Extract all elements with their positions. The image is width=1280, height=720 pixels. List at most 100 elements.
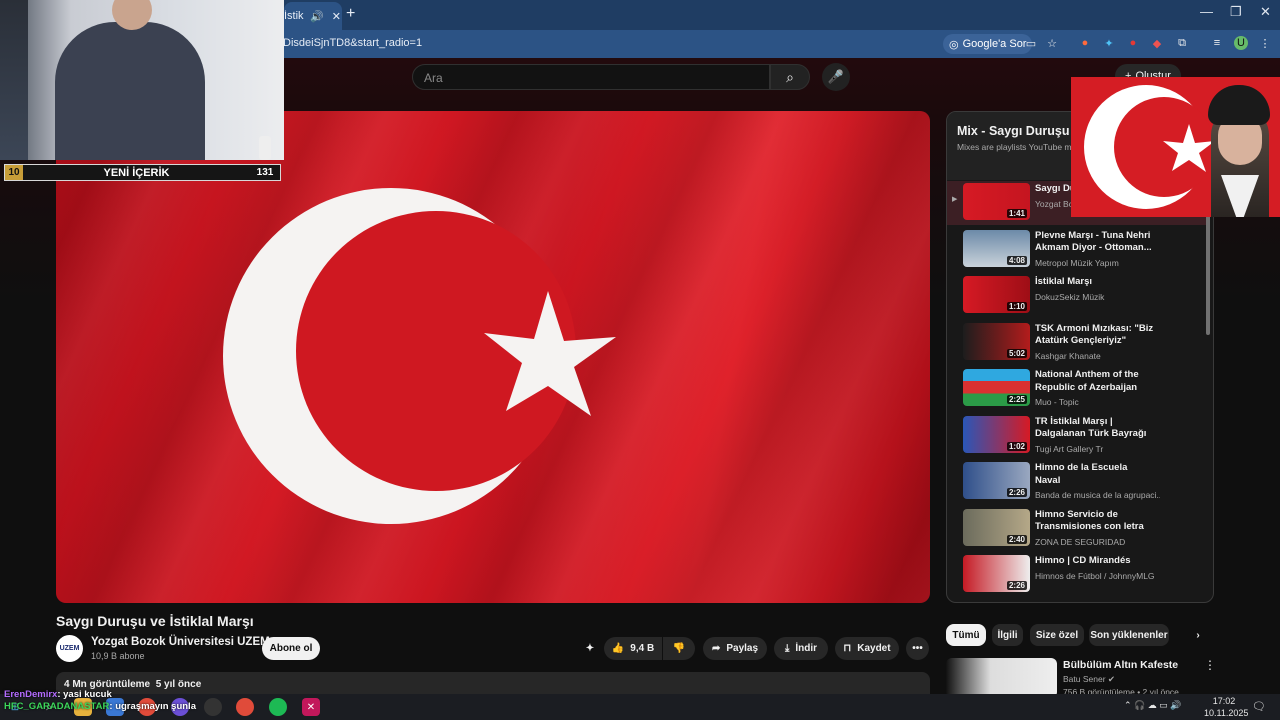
ataturk-portrait-overlay — [1071, 77, 1280, 217]
duration-badge: 2:26 — [1006, 488, 1027, 497]
menu-icon[interactable]: ⋮ — [1258, 36, 1272, 50]
duration-badge: 2:40 — [1006, 534, 1027, 544]
star-icon[interactable]: ☆ — [1045, 36, 1059, 50]
clock-date[interactable]: 10.11.2025 — [1204, 708, 1248, 718]
ask-icon[interactable]: ✦ — [580, 637, 600, 660]
download-icon: ⤓ — [784, 643, 790, 654]
playlist-thumbnail[interactable]: 5:02 — [963, 322, 1030, 360]
extension-2-icon[interactable]: ✦ — [1102, 36, 1116, 50]
chat-user: ErenDemirx — [4, 689, 58, 700]
like-button[interactable]: 👍 9,4 B — [604, 637, 662, 660]
channel-name[interactable]: Yozgat Bozok Üniversitesi UZEM — [91, 636, 270, 648]
chevron-right-icon[interactable]: › — [1188, 624, 1208, 646]
filter-chip[interactable]: İlgili — [992, 624, 1023, 646]
extensions-icon[interactable]: ⧉ — [1175, 36, 1189, 50]
playlist-thumbnail[interactable]: 1:02 — [963, 415, 1030, 453]
notification-icon[interactable]: 🗨 — [1252, 700, 1266, 713]
playlist-thumbnail[interactable] — [963, 601, 1030, 602]
playlist-subtitle: Mixes are playlists YouTube mal — [957, 142, 1079, 152]
playlist-item-title[interactable]: National Anthem of the Republic of Azerb… — [1035, 369, 1155, 394]
extension-1-icon[interactable]: ● — [1078, 36, 1092, 50]
save-label: Kaydet — [857, 643, 891, 654]
search-input[interactable]: Ara — [412, 64, 770, 90]
url-text[interactable]: DisdeiSjnTD8&start_radio=1 — [283, 37, 422, 49]
playlist-thumbnail[interactable]: 2:26 — [963, 555, 1030, 592]
playlist-item-title[interactable]: ¡Ooh Costa Rica! (Retro — [1035, 602, 1155, 603]
playlist-item-title[interactable]: TSK Armoni Mızıkası: "Biz Atatürk Gençle… — [1035, 323, 1155, 348]
playlist-thumbnail[interactable]: 2:25 — [963, 369, 1030, 406]
playlist-thumbnail[interactable]: 2:26 — [963, 462, 1030, 499]
playlist-scrollbar[interactable] — [1206, 215, 1210, 335]
rec-thumbnail[interactable] — [946, 658, 1057, 698]
subscribe-button[interactable]: Abone ol — [262, 637, 320, 660]
minimize-icon[interactable]: — — [1200, 4, 1213, 19]
playlist-item[interactable]: 2:25 National Anthem of the Republic of A… — [947, 367, 1209, 411]
dislike-button[interactable]: 👎 — [663, 637, 695, 660]
chrome-profile-icon[interactable] — [236, 698, 254, 716]
speaker-icon[interactable]: 🔊 — [310, 10, 324, 23]
download-button[interactable]: ⤓ İndir — [774, 637, 828, 660]
chat-text: : ugraşmayın şunla — [109, 701, 196, 712]
playlist-thumbnail[interactable]: 4:08 — [963, 229, 1030, 267]
clock-time[interactable]: 17:02 — [1212, 696, 1236, 706]
playlist-item-title[interactable]: Himno | CD Mirandés — [1035, 555, 1155, 568]
playlist-title[interactable]: Mix - Saygı Duruşu — [957, 124, 1070, 138]
duration-badge: 2:26 — [1006, 581, 1027, 590]
mic-button[interactable]: 🎤 — [822, 63, 850, 91]
more-actions-button[interactable]: ••• — [906, 637, 929, 660]
cast-icon[interactable]: ▭ — [1024, 36, 1038, 50]
playlist-item-channel: Kashgar Khanate — [1035, 350, 1101, 361]
obs-icon[interactable] — [204, 698, 222, 716]
tray-icons[interactable]: ⌃ 🎧 ☁ ▭ 🔊 — [1124, 700, 1181, 711]
filter-chip[interactable]: Size özel — [1030, 624, 1084, 646]
playlist-thumbnail[interactable]: 1:10 — [963, 276, 1030, 313]
playlist-thumbnail[interactable]: 2:40 — [963, 508, 1030, 546]
app-x-icon[interactable]: ✕ — [302, 698, 320, 716]
playlist-item[interactable]: 2:40 Himno Servicio de Transmisiones con … — [947, 507, 1209, 551]
more-icon[interactable]: ⋮ — [1204, 658, 1216, 672]
extension-4-icon[interactable]: ◆ — [1150, 36, 1164, 50]
playlist-item-title[interactable]: Himno Servicio de Transmisiones con letr… — [1035, 509, 1155, 535]
rec-title[interactable]: Bülbülüm Altın Kafeste — [1063, 659, 1178, 671]
share-button[interactable]: ➦ Paylaş — [703, 637, 767, 660]
playlist-item[interactable]: 1:02 TR İstiklal Marşı | Dalgalanan Türk … — [947, 414, 1209, 458]
playlist-item-title[interactable]: Himno de la Escuela Naval — [1035, 462, 1155, 487]
playlist-item[interactable]: 5:02 TSK Armoni Mızıkası: "Biz Atatürk Ge… — [947, 321, 1209, 365]
profile-icon[interactable]: U — [1234, 36, 1248, 50]
extension-3-icon[interactable]: ● — [1126, 36, 1140, 50]
recommendation-item[interactable]: Bülbülüm Altın Kafeste Batu Sener ✔ 756 … — [946, 656, 1216, 698]
chat-message: HFC_GARADANASTAR: ugraşmayın şunla — [4, 701, 196, 712]
duration-badge: 2:25 — [1006, 395, 1027, 404]
bookmark-icon: ⊓ — [843, 643, 852, 654]
description-box[interactable]: 4 Mn görüntüleme 5 yıl önce — [56, 672, 930, 694]
playlist-item[interactable]: ¡Ooh Costa Rica! (Retro — [947, 600, 1209, 603]
save-button[interactable]: ⊓ Kaydet — [835, 637, 899, 660]
playlist-item[interactable]: 2:26 Himno de la Escuela Naval Banda de mu… — [947, 460, 1209, 504]
video-player[interactable] — [56, 111, 930, 603]
filter-chip[interactable]: Tümü — [946, 624, 986, 646]
google-sor-button[interactable]: ◎ Google'a Sor — [943, 34, 1033, 54]
search-button[interactable]: ⌕ — [770, 64, 810, 90]
playlist-thumbnail[interactable]: 1:41 — [963, 183, 1030, 220]
close-icon[interactable]: ✕ — [332, 10, 341, 23]
filter-chip[interactable]: Son yüklenenler — [1089, 624, 1169, 646]
restore-icon[interactable]: ❐ — [1230, 4, 1242, 20]
search-icon: ⌕ — [786, 68, 794, 85]
chat-user: HFC_GARADANASTAR — [4, 701, 110, 712]
new-tab-icon[interactable]: + — [346, 5, 355, 23]
channel-avatar[interactable]: UZEM — [56, 635, 83, 662]
playlist-item-title[interactable]: Plevne Marşı - Tuna Nehri Akmam Diyor - … — [1035, 230, 1155, 255]
playlist-item[interactable]: 2:26 Himno | CD Mirandés Himnos de Fútbol … — [947, 553, 1209, 597]
tab-search-icon[interactable]: ≡ — [1210, 36, 1224, 50]
duration-badge: 5:02 — [1006, 348, 1027, 358]
verified-icon: ✔ — [1107, 674, 1116, 684]
playlist-item-title[interactable]: İstiklal Marşı — [1035, 276, 1155, 289]
rec-channel[interactable]: Batu Sener ✔ — [1063, 674, 1115, 685]
window-close-icon[interactable]: ✕ — [1260, 4, 1271, 20]
tab-active[interactable]: İstiklal Marşı 🔊 ✕ — [284, 2, 342, 30]
playlist-item-title[interactable]: TR İstiklal Marşı | Dalgalanan Türk Bayr… — [1035, 416, 1155, 442]
playlist-item[interactable]: 4:08 Plevne Marşı - Tuna Nehri Akmam Diyo… — [947, 228, 1209, 272]
playlist-item[interactable]: 1:10 İstiklal Marşı DokuzSekiz Müzik — [947, 274, 1209, 318]
spotify-icon[interactable] — [269, 698, 287, 716]
share-label: Paylaş — [726, 643, 759, 654]
